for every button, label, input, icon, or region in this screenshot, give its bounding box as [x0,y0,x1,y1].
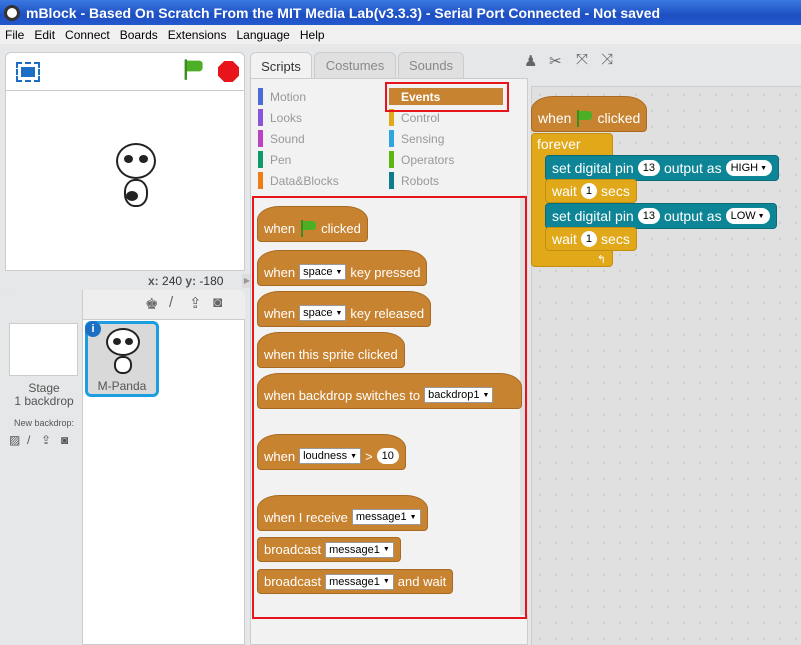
mblock-logo-icon [4,4,20,21]
paint-sprite-icon[interactable]: / [169,294,173,311]
tab-costumes[interactable]: Costumes [314,52,396,78]
stage-canvas[interactable] [5,90,245,271]
stop-icon[interactable] [218,61,239,82]
wait-block[interactable]: wait 1 secs [545,227,637,251]
pin-input[interactable]: 13 [637,208,660,224]
shrink-icon[interactable]: ⤨ [601,51,613,68]
level-dropdown[interactable]: LOW [725,208,770,224]
menu-file[interactable]: File [0,28,29,42]
stage-toolbar [5,52,245,90]
category-looks[interactable]: Looks [258,109,378,126]
green-flag-icon [575,110,593,127]
stage-label: Stage [28,381,60,395]
fullscreen-icon[interactable] [16,62,40,82]
menu-help[interactable]: Help [295,28,330,42]
green-flag-icon[interactable] [184,59,203,80]
new-backdrop-label: New backdrop: [13,418,75,428]
level-dropdown[interactable]: HIGH [725,160,773,176]
tab-scripts[interactable]: Scripts [250,52,312,79]
category-motion[interactable]: Motion [258,88,378,105]
set-digital-pin-high-block[interactable]: set digital pin 13 output as HIGH [545,155,780,181]
paint-backdrop-icon[interactable]: / [27,433,30,447]
menu-bar: File Edit Connect Boards Extensions Lang… [0,25,801,44]
menu-connect[interactable]: Connect [60,28,115,42]
backdrop-library-icon[interactable]: ▨ [9,433,20,447]
window-title: mBlock - Based On Scratch From the MIT M… [26,4,661,21]
panda-thumbnail-icon [106,328,140,374]
panda-sprite[interactable] [114,143,158,213]
events-blocks-highlight-box [252,196,527,619]
title-bar: mBlock - Based On Scratch From the MIT M… [0,0,801,25]
new-sprite-toolbar: ♚ / ⇪ ◙ [83,290,245,320]
backdrop-count: 1 backdrop [14,394,74,408]
camera-sprite-icon[interactable]: ◙ [213,294,222,311]
category-column-left: Motion Looks Sound Pen Data&Blocks [258,88,378,189]
category-robots[interactable]: Robots [389,172,503,189]
sprite-library-icon[interactable]: ♚ [145,295,158,313]
seconds-input[interactable]: 1 [580,183,598,199]
menu-extensions[interactable]: Extensions [163,28,232,42]
category-data-blocks[interactable]: Data&Blocks [258,172,378,189]
stage-thumbnail[interactable] [9,323,78,376]
category-sound[interactable]: Sound [258,130,378,147]
set-digital-pin-low-block[interactable]: set digital pin 13 output as LOW [545,203,777,229]
stage-column: Stage 1 backdrop New backdrop: ▨ / ⇪ ◙ [5,290,83,645]
upload-backdrop-icon[interactable]: ⇪ [41,433,51,447]
tab-sounds[interactable]: Sounds [398,52,464,78]
menu-edit[interactable]: Edit [29,28,60,42]
camera-backdrop-icon[interactable]: ◙ [61,433,68,447]
category-sensing[interactable]: Sensing [389,130,503,147]
loop-arrow-icon: ↰ [596,254,606,266]
seconds-input[interactable]: 1 [580,231,598,247]
events-highlight-box [385,82,509,112]
wait-block[interactable]: wait 1 secs [545,179,637,203]
sprite-name: M-Panda [97,379,147,393]
menu-boards[interactable]: Boards [115,28,163,42]
grow-icon[interactable]: ⤧ [576,51,588,68]
sprite-thumbnail-m-panda[interactable]: i M-Panda [85,321,159,397]
pin-input[interactable]: 13 [637,160,660,176]
info-icon[interactable]: i [85,321,101,337]
menu-language[interactable]: Language [231,28,294,42]
cut-scissors-icon[interactable]: ✂ [549,52,562,70]
upload-sprite-icon[interactable]: ⇪ [189,294,202,312]
script-when-flag-clicked[interactable]: when clicked [531,96,648,132]
duplicate-stamp-icon[interactable]: ♟ [524,52,537,70]
category-pen[interactable]: Pen [258,151,378,168]
category-operators[interactable]: Operators [389,151,503,168]
mouse-coordinates: x: 240 y: -180 [148,274,224,288]
